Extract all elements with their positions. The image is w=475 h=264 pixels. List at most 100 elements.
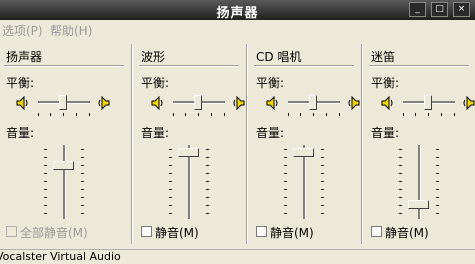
slider-thumb[interactable] [53, 161, 74, 170]
tick [321, 213, 324, 214]
tick [81, 213, 84, 214]
speaker-right-icon [231, 95, 245, 111]
tick [403, 113, 404, 116]
tick [224, 113, 225, 116]
close-button[interactable]: × [453, 2, 470, 17]
tick [81, 197, 84, 198]
tick [399, 197, 402, 198]
tick [441, 113, 442, 116]
separator [254, 65, 354, 67]
tick [81, 189, 84, 190]
volume-slider[interactable] [44, 145, 84, 219]
speaker-right-icon [461, 95, 475, 111]
tick [211, 113, 212, 116]
channel-name: 波形 [141, 50, 166, 64]
mute-label: 静音(M) [270, 226, 314, 240]
tick [206, 157, 209, 158]
slider-thumb[interactable] [309, 95, 317, 110]
tick [339, 113, 340, 116]
balance-slider[interactable] [288, 93, 340, 116]
speaker-right-icon [346, 95, 360, 111]
balance-label: 平衡: [141, 76, 170, 90]
tick [206, 149, 209, 150]
tick [428, 113, 429, 116]
tick [44, 197, 47, 198]
balance-label: 平衡: [256, 76, 285, 90]
tick [436, 197, 439, 198]
mute-checkbox[interactable] [256, 226, 267, 237]
tick [399, 181, 402, 182]
tick [81, 149, 84, 150]
tick [44, 189, 47, 190]
volume-slider[interactable] [399, 145, 439, 219]
volume-label: 音量: [256, 126, 285, 140]
device-name: Vocalster Virtual Audio [0, 250, 121, 263]
maximize-button[interactable]: □ [431, 2, 448, 17]
window-title: 扬声器 [216, 6, 259, 21]
tick [206, 173, 209, 174]
slider-thumb[interactable] [59, 95, 67, 110]
balance-label: 平衡: [6, 76, 35, 90]
tick [284, 213, 287, 214]
menu-help[interactable]: 帮助(H) [50, 22, 92, 39]
tick [206, 197, 209, 198]
tick [399, 213, 402, 214]
channel-name: CD 唱机 [256, 50, 302, 64]
slider-thumb[interactable] [293, 148, 314, 157]
tick [206, 189, 209, 190]
balance-slider[interactable] [38, 93, 90, 116]
slider-thumb[interactable] [194, 95, 202, 110]
balance-label: 平衡: [371, 76, 400, 90]
tick [169, 181, 172, 182]
tick [288, 113, 289, 116]
tick [169, 165, 172, 166]
tick [454, 113, 455, 116]
slider-thumb[interactable] [408, 200, 429, 209]
tick [169, 213, 172, 214]
channel-panel: 扬声器平衡: 音量: 全部静音(M) [0, 38, 124, 263]
tick [284, 165, 287, 166]
tick [206, 213, 209, 214]
tick [415, 113, 416, 116]
tick [436, 157, 439, 158]
tick [284, 173, 287, 174]
title-bar: 扬声器 _ □ × [0, 0, 475, 21]
tick [436, 205, 439, 206]
speaker-left-icon [151, 95, 165, 111]
slider-thumb[interactable] [178, 148, 199, 157]
volume-label: 音量: [141, 126, 170, 140]
balance-slider[interactable] [173, 93, 225, 116]
tick [321, 173, 324, 174]
balance-slider[interactable] [403, 93, 455, 116]
mute-checkbox[interactable] [371, 226, 382, 237]
mute-checkbox[interactable] [6, 226, 17, 237]
volume-slider[interactable] [284, 145, 324, 219]
slider-thumb[interactable] [424, 95, 432, 110]
mute-label: 全部静音(M) [20, 226, 88, 240]
tick [436, 181, 439, 182]
tick [44, 181, 47, 182]
menu-options[interactable]: 选项(P) [2, 22, 43, 39]
minimize-button[interactable]: _ [409, 2, 426, 17]
mute-checkbox[interactable] [141, 226, 152, 237]
channel-name: 迷笛 [371, 50, 396, 64]
tick [206, 165, 209, 166]
volume-slider[interactable] [169, 145, 209, 219]
tick [50, 113, 51, 116]
tick [169, 149, 172, 150]
tick [321, 197, 324, 198]
speaker-left-icon [16, 95, 30, 111]
mute-label: 静音(M) [155, 226, 199, 240]
tick [399, 189, 402, 190]
tick [81, 173, 84, 174]
tick [81, 181, 84, 182]
slider-track [63, 145, 66, 219]
tick [399, 149, 402, 150]
tick [76, 113, 77, 116]
tick [44, 157, 47, 158]
volume-label: 音量: [6, 126, 35, 140]
tick [81, 205, 84, 206]
volume-label: 音量: [371, 126, 400, 140]
channel-name: 扬声器 [6, 50, 43, 64]
tick [313, 113, 314, 116]
